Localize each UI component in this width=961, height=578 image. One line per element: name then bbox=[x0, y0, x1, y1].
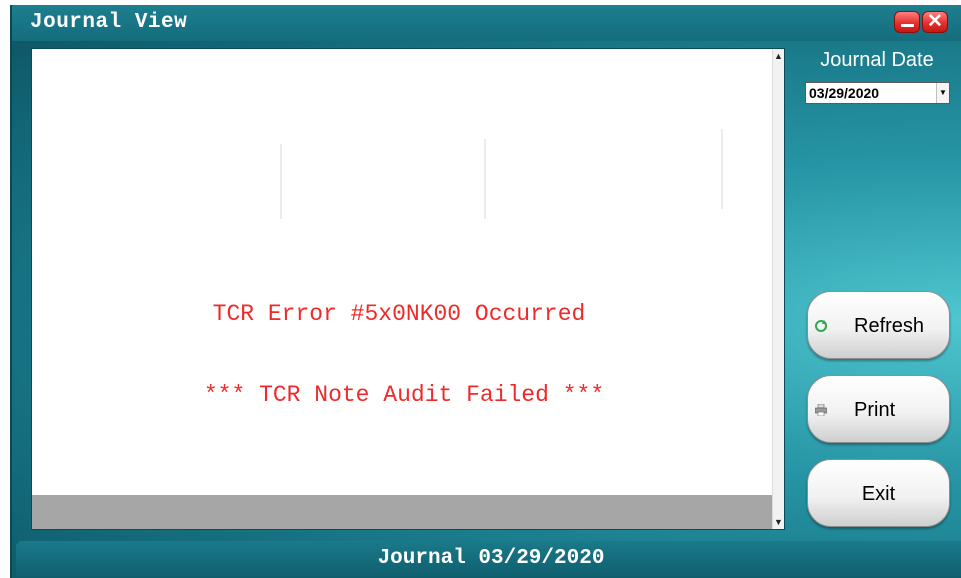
journal-date-value: 03/29/2020 bbox=[809, 85, 880, 101]
minimize-button[interactable] bbox=[894, 11, 920, 33]
scroll-down-icon[interactable]: ▼ bbox=[774, 517, 783, 527]
print-label: Print bbox=[854, 399, 896, 421]
journal-line: *** TCR Note Audit Failed *** bbox=[203, 382, 605, 408]
minimize-icon bbox=[901, 24, 914, 27]
chevron-down-icon[interactable]: ▼ bbox=[936, 83, 949, 103]
journal-date-label: Journal Date bbox=[820, 49, 934, 71]
title-bar[interactable]: Journal View ✕ bbox=[12, 5, 961, 41]
close-icon: ✕ bbox=[927, 11, 943, 32]
close-button[interactable]: ✕ bbox=[922, 11, 948, 33]
journal-window: Journal View ✕ TCR Error #5x0NK00 Occurr… bbox=[10, 5, 961, 578]
status-text: Journal 03/29/2020 bbox=[377, 547, 605, 570]
journal-date-select[interactable]: 03/29/2020 ▼ bbox=[805, 82, 950, 104]
status-bar: Journal 03/29/2020 bbox=[16, 541, 961, 578]
printer-icon bbox=[815, 404, 827, 416]
vertical-scrollbar[interactable]: ▲ ▼ bbox=[772, 49, 784, 529]
scroll-up-icon[interactable]: ▲ bbox=[774, 51, 783, 61]
print-button[interactable]: Print bbox=[807, 375, 950, 443]
divider bbox=[721, 129, 723, 209]
divider bbox=[280, 144, 282, 219]
window-title: Journal View bbox=[30, 11, 188, 34]
refresh-button[interactable]: Refresh bbox=[807, 291, 950, 359]
exit-button[interactable]: Exit bbox=[807, 459, 950, 527]
refresh-label: Refresh bbox=[854, 315, 925, 337]
exit-label: Exit bbox=[861, 483, 896, 505]
journal-viewer[interactable]: TCR Error #5x0NK00 Occurred *** TCR Note… bbox=[31, 48, 785, 530]
horizontal-scrollbar[interactable] bbox=[32, 495, 772, 529]
journal-line: TCR Error #5x0NK00 Occurred bbox=[212, 301, 586, 327]
refresh-icon bbox=[815, 320, 827, 332]
divider bbox=[484, 139, 486, 219]
